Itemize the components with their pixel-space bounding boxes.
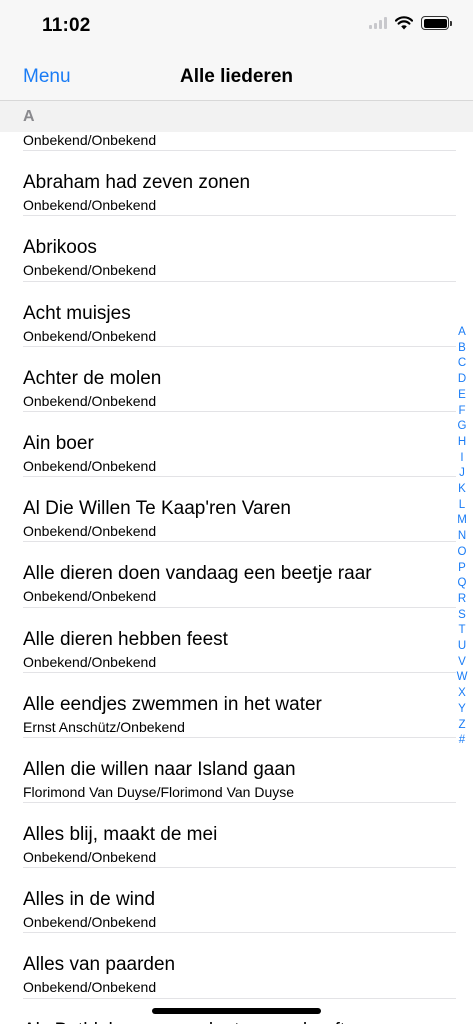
index-letter[interactable]: R — [458, 592, 466, 608]
status-bar: 11:02 — [0, 0, 473, 52]
section-header: A — [0, 101, 473, 132]
song-title: Allen die willen naar Island gaan — [23, 758, 296, 780]
index-letter[interactable]: H — [458, 435, 466, 451]
song-subtitle: Onbekend/Onbekend — [23, 262, 157, 279]
index-letter[interactable]: Z — [458, 718, 465, 734]
section-header-letter: A — [23, 108, 35, 125]
song-row[interactable]: Ain boer Onbekend/Onbekend — [0, 412, 473, 478]
song-row[interactable]: Allen die willen naar Island gaan Florimo… — [0, 738, 473, 804]
index-letter[interactable]: E — [458, 388, 466, 404]
cellular-signal-icon — [369, 17, 387, 29]
song-title: Ain boer — [23, 432, 94, 454]
index-letter[interactable]: M — [457, 513, 467, 529]
index-letter[interactable]: I — [460, 451, 463, 467]
song-title: Alle eendjes zwemmen in het water — [23, 693, 322, 715]
index-letter[interactable]: A — [458, 325, 466, 341]
song-subtitle: Onbekend/Onbekend — [23, 653, 157, 670]
song-subtitle: Onbekend/Onbekend — [23, 197, 157, 214]
status-time: 11:02 — [42, 15, 91, 36]
battery-icon — [421, 16, 452, 30]
page-title: Alle liederen — [180, 66, 293, 87]
song-row[interactable]: Abraham had zeven zonen Onbekend/Onbekend — [0, 151, 473, 217]
song-subtitle: Onbekend/Onbekend — [23, 914, 157, 931]
song-subtitle: Onbekend/Onbekend — [23, 979, 157, 996]
song-row[interactable]: Alle eendjes zwemmen in het water Ernst A… — [0, 673, 473, 738]
home-indicator[interactable] — [152, 1008, 321, 1014]
song-row[interactable]: Alles blij, maakt de mei Onbekend/Onbeken… — [0, 803, 473, 869]
index-letter[interactable]: U — [458, 639, 466, 655]
index-letter[interactable]: D — [458, 372, 466, 388]
song-subtitle: Onbekend/Onbekend — [23, 327, 157, 344]
index-letter[interactable]: T — [458, 623, 465, 639]
index-letter[interactable]: F — [458, 404, 465, 420]
index-letter[interactable]: S — [458, 608, 466, 624]
song-row[interactable]: Alle dieren doen vandaag een beetje raar… — [0, 542, 473, 608]
song-row[interactable]: Alles van paarden Onbekend/Onbekend — [0, 933, 473, 999]
index-letter[interactable]: Y — [458, 702, 466, 718]
song-subtitle: Onbekend/Onbekend — [23, 457, 157, 474]
song-subtitle: Onbekend/Onbekend — [23, 523, 157, 540]
song-title: Alles van paarden — [23, 954, 176, 976]
index-letter[interactable]: B — [458, 341, 466, 357]
song-title: Abrikoos — [23, 237, 97, 259]
song-row[interactable]: Achter de molen Onbekend/Onbekend — [0, 347, 473, 412]
status-icons — [369, 16, 452, 30]
index-letter[interactable]: P — [458, 561, 466, 577]
song-title: Acht muisjes — [23, 302, 131, 324]
index-letter[interactable]: X — [458, 686, 466, 702]
index-letter[interactable]: K — [458, 482, 466, 498]
song-title: Abraham had zeven zonen — [23, 172, 251, 194]
index-letter[interactable]: Q — [458, 576, 467, 592]
song-subtitle: Onbekend/Onbekend — [23, 392, 157, 409]
index-letter[interactable]: # — [459, 733, 465, 749]
song-title: Al Die Willen Te Kaap'ren Varen — [23, 498, 292, 520]
song-row[interactable]: Alles in de wind Onbekend/Onbekend — [0, 868, 473, 934]
index-letter[interactable]: O — [458, 545, 467, 561]
index-letter[interactable]: W — [457, 670, 468, 686]
wifi-icon — [395, 16, 413, 30]
index-letter[interactable]: N — [458, 529, 466, 545]
index-letter[interactable]: C — [458, 356, 466, 372]
song-title: Alles blij, maakt de mei — [23, 824, 218, 846]
song-subtitle: Onbekend/Onbekend — [23, 588, 157, 605]
song-subtitle: Onbekend/Onbekend — [23, 132, 157, 148]
song-title: Alles in de wind — [23, 889, 156, 911]
song-row[interactable]: Abrikoos Onbekend/Onbekend — [0, 216, 473, 282]
section-index-bar[interactable]: A B C D E F G H I J K L M N O P Q R S T U V W X Y Z # — [454, 325, 470, 749]
song-subtitle: Ernst Anschütz/Onbekend — [23, 718, 185, 735]
song-row[interactable]: Al Die Willen Te Kaap'ren Varen Onbekend/… — [0, 477, 473, 543]
song-title: Alle dieren hebben feest — [23, 628, 228, 650]
index-letter[interactable]: G — [458, 419, 467, 435]
song-row[interactable]: Alle dieren hebben feest Onbekend/Onbeken… — [0, 608, 473, 673]
song-title: Achter de molen — [23, 367, 162, 389]
song-title: Als Bethlehem geen plaats meer heeft — [23, 1020, 345, 1024]
song-list[interactable]: Onbekend/Onbekend Abraham had zeven zonen… — [0, 86, 473, 1024]
song-title: Alle dieren doen vandaag een beetje raar — [23, 563, 372, 585]
song-subtitle: Florimond Van Duyse/Florimond Van Duyse — [23, 783, 295, 800]
navigation-bar: Menu Alle liederen — [0, 52, 473, 101]
index-letter[interactable]: L — [459, 498, 465, 514]
song-subtitle: Onbekend/Onbekend — [23, 849, 157, 866]
index-letter[interactable]: V — [458, 655, 466, 671]
index-letter[interactable]: J — [459, 466, 465, 482]
song-row[interactable]: Acht muisjes Onbekend/Onbekend — [0, 282, 473, 347]
